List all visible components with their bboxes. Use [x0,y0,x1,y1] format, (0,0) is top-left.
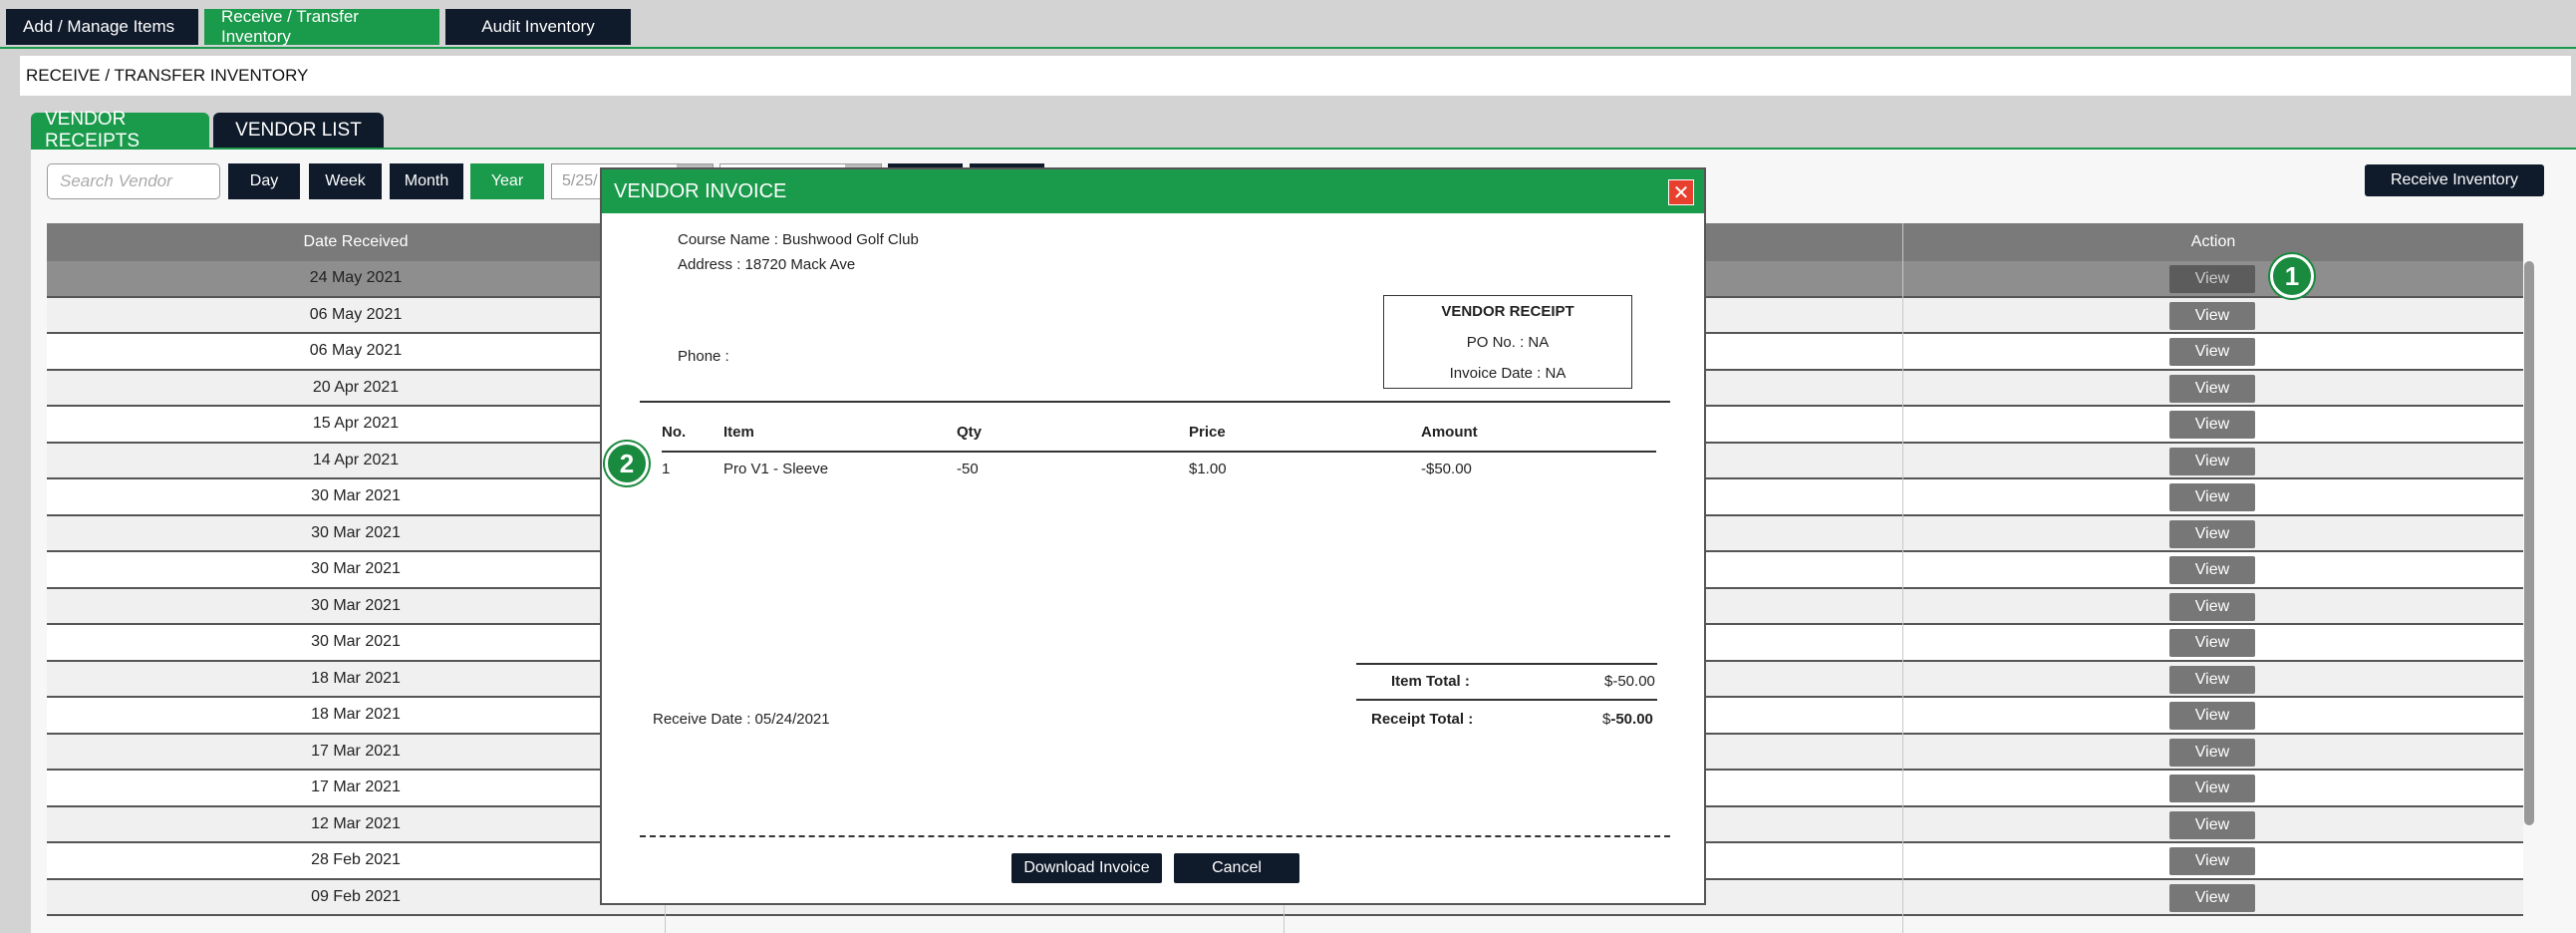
tab-vendor-list[interactable]: VENDOR LIST [213,113,384,149]
totals-divider-bottom [1356,699,1657,701]
step-marker-2: 2 [605,442,649,485]
sub-tab-underline [31,148,2576,150]
date-received-cell: 30 Mar 2021 [311,523,401,541]
view-button[interactable]: View [2169,810,2255,839]
view-button[interactable]: View [2169,556,2255,584]
item-total-label: Item Total : [1391,673,1470,690]
items-header-underline [662,451,1656,453]
date-received-cell: 28 Feb 2021 [311,851,401,869]
vendor-invoice-modal: VENDOR INVOICE ✕ Course Name : Bushwood … [600,167,1706,905]
view-button[interactable]: View [2169,665,2255,694]
search-vendor-input[interactable] [47,163,220,199]
tab-receive-transfer-inventory[interactable]: Receive / Transfer Inventory [204,7,439,46]
totals-divider-top [1356,663,1657,665]
date-received-cell: 30 Mar 2021 [311,596,401,614]
view-button[interactable]: View [2169,411,2255,439]
view-button[interactable]: View [2169,738,2255,767]
date-received-cell: 09 Feb 2021 [311,887,401,905]
course-address: Address : 18720 Mack Ave [678,256,856,273]
sub-tabs: VENDOR RECEIPTS VENDOR LIST [31,109,384,152]
step-marker-1: 1 [2270,254,2314,298]
modal-title: VENDOR INVOICE [614,179,787,202]
receive-inventory-button[interactable]: Receive Inventory [2365,164,2544,196]
date-received-cell: 20 Apr 2021 [312,378,400,396]
top-tabs: Add / Manage Items Receive / Transfer In… [6,7,631,47]
header-qty: Qty [957,424,983,441]
column-header-action: Action [2190,233,2236,250]
column-divider [1902,223,1903,933]
vendor-receipt-box: VENDOR RECEIPT PO No. : NA Invoice Date … [1383,295,1632,389]
item-price: $1.00 [1189,461,1227,477]
view-button[interactable]: View [2169,775,2255,802]
download-invoice-button[interactable]: Download Invoice [1011,853,1162,883]
date-received-cell: 17 Mar 2021 [311,742,401,760]
item-name: Pro V1 - Sleeve [723,461,829,477]
item-amount: -$50.00 [1421,461,1472,477]
receipt-total-label: Receipt Total : [1371,711,1474,728]
date-received-cell: 06 May 2021 [309,305,403,323]
date-received-cell: 17 Mar 2021 [311,778,401,796]
view-button[interactable]: View [2169,301,2255,330]
column-header-date-received: Date Received [303,233,409,250]
date-received-cell: 14 Apr 2021 [312,451,400,468]
date-received-cell: 18 Mar 2021 [311,706,401,724]
receive-date: Receive Date : 05/24/2021 [653,711,830,728]
year-button[interactable]: Year [470,163,544,199]
start-date-value: 5/25/ [562,172,598,189]
date-received-cell: 18 Mar 2021 [311,669,401,687]
po-number: PO No. : NA [1466,334,1550,351]
top-tab-underline [0,47,2576,49]
day-button[interactable]: Day [228,163,300,199]
receipt-total-amount: -50.00 [1610,711,1653,728]
header-amount: Amount [1421,424,1478,441]
header-price: Price [1189,424,1226,441]
view-button[interactable]: View [2169,702,2255,730]
date-received-cell: 15 Apr 2021 [312,415,400,433]
header-divider [640,401,1670,403]
close-icon[interactable]: ✕ [1668,179,1694,205]
item-qty: -50 [957,461,979,477]
item-total-value: $-50.00 [1604,673,1655,690]
tab-add-manage-items[interactable]: Add / Manage Items [6,9,198,45]
date-received-cell: 24 May 2021 [309,269,403,287]
view-button[interactable]: View [2169,374,2255,403]
view-button[interactable]: View [2169,592,2255,621]
view-button[interactable]: View [2169,447,2255,475]
cancel-button[interactable]: Cancel [1174,853,1299,883]
course-name: Course Name : Bushwood Golf Club [678,231,919,248]
view-button[interactable]: View [2169,629,2255,657]
receipt-title: VENDOR RECEIPT [1441,303,1574,320]
date-received-cell: 12 Mar 2021 [311,814,401,832]
month-button[interactable]: Month [390,163,463,199]
date-received-cell: 06 May 2021 [309,342,403,360]
footer-dashed-divider [640,835,1670,837]
view-button[interactable]: View [2169,265,2255,293]
page-title: RECEIVE / TRANSFER INVENTORY [20,56,2571,96]
view-button[interactable]: View [2169,883,2255,912]
view-button[interactable]: View [2169,338,2255,366]
header-no: No. [662,424,687,441]
table-scrollbar[interactable] [2524,261,2534,825]
modal-header: VENDOR INVOICE ✕ [602,169,1704,213]
invoice-date: Invoice Date : NA [1449,365,1567,382]
header-item: Item [723,424,754,441]
week-button[interactable]: Week [309,163,382,199]
tab-vendor-receipts[interactable]: VENDOR RECEIPTS [31,109,209,152]
view-button[interactable]: View [2169,483,2255,511]
receipt-total-value: $-50.00 [1602,711,1653,728]
date-received-cell: 30 Mar 2021 [311,487,401,505]
view-button[interactable]: View [2169,847,2255,875]
view-button[interactable]: View [2169,519,2255,548]
date-received-cell: 30 Mar 2021 [311,560,401,578]
course-phone: Phone : [678,348,729,365]
tab-audit-inventory[interactable]: Audit Inventory [445,9,631,45]
item-no: 1 [662,461,671,477]
date-received-cell: 30 Mar 2021 [311,633,401,651]
